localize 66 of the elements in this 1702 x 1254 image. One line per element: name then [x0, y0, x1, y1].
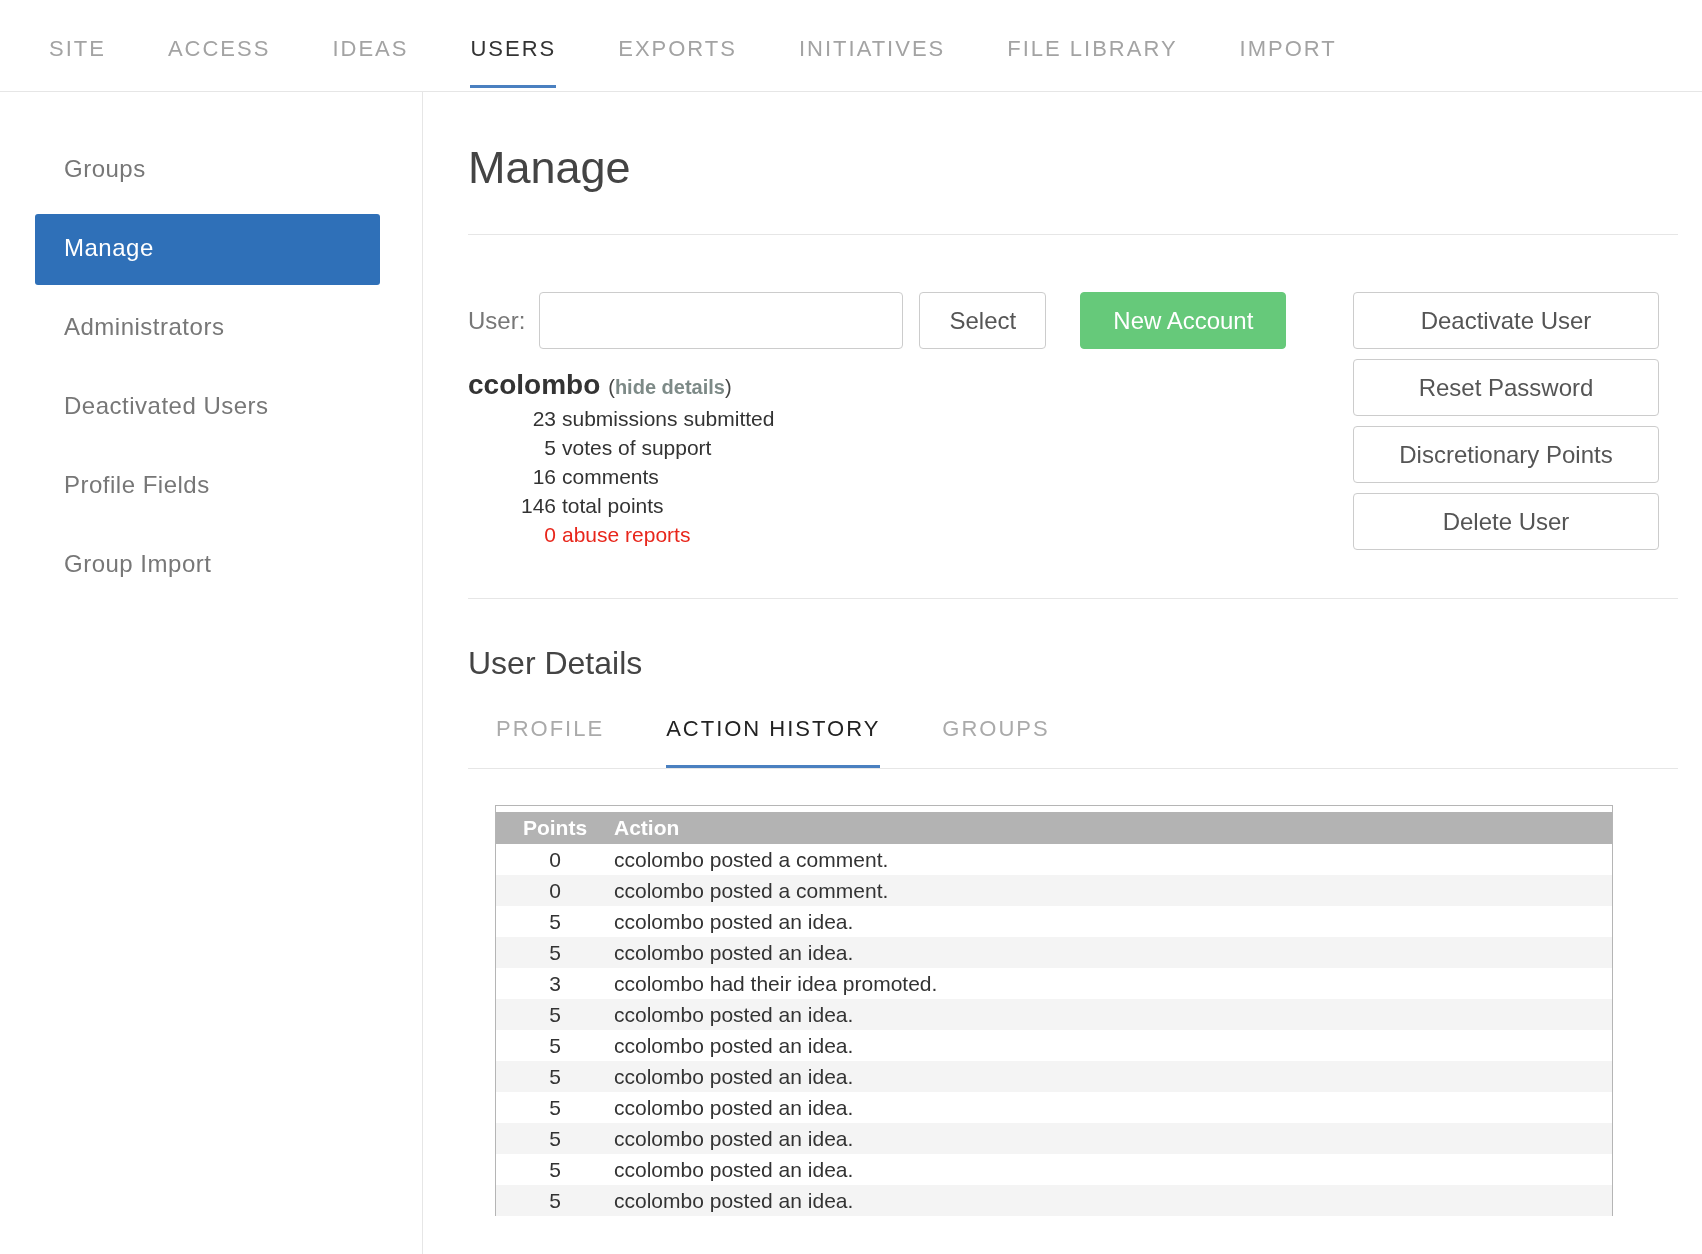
select-button[interactable]: Select — [919, 292, 1047, 349]
sidebar-item[interactable]: Deactivated Users — [35, 372, 380, 443]
table-cell: 3 — [496, 968, 614, 999]
action-button[interactable]: Delete User — [1353, 493, 1659, 550]
sidebar-item[interactable]: Administrators — [35, 293, 380, 364]
stat-count: 16 — [531, 465, 556, 489]
table-cell: ccolombo had their idea promoted. — [614, 968, 1612, 999]
detail-tab[interactable]: PROFILE — [496, 716, 605, 768]
nav-tab[interactable]: INITIATIVES — [798, 0, 946, 88]
stat-label: total points — [562, 494, 665, 518]
table-cell: ccolombo posted a comment. — [614, 875, 1612, 906]
hide-details-link[interactable]: hide details — [614, 376, 725, 399]
action-button[interactable]: Discretionary Points — [1353, 426, 1659, 483]
section-title: User Details — [468, 645, 644, 682]
table-cell: 5 — [496, 1123, 614, 1154]
table-cell: ccolombo posted an idea. — [614, 1123, 1612, 1154]
table-cell: 5 — [496, 1154, 614, 1185]
stat-count: 0 — [543, 523, 556, 547]
stat-label: comments — [562, 465, 660, 489]
table-cell: ccolombo posted an idea. — [614, 1092, 1612, 1123]
user-input-field[interactable] — [539, 292, 904, 349]
nav-tab[interactable]: IDEAS — [332, 0, 409, 88]
table-cell: 5 — [496, 937, 614, 968]
stat-count: 23 — [531, 407, 556, 431]
sidebar-item[interactable]: Groups — [35, 135, 380, 206]
page-title: Manage — [468, 142, 632, 194]
sidebar-item[interactable]: Manage — [35, 214, 380, 285]
nav-tab[interactable]: EXPORTS — [618, 0, 737, 88]
table-cell: 5 — [496, 1030, 614, 1061]
nav-tab[interactable]: IMPORT — [1239, 0, 1337, 88]
action-button[interactable]: Reset Password — [1353, 359, 1659, 416]
table-cell: ccolombo posted a comment. — [614, 844, 1612, 875]
username: ccolombo — [468, 369, 601, 401]
sidebar-item[interactable]: Profile Fields — [35, 451, 380, 522]
table-cell: 5 — [496, 999, 614, 1030]
nav-tab[interactable]: SITE — [49, 0, 106, 88]
sidebar-item[interactable]: Group Import — [35, 530, 380, 601]
parenthesis: ( — [608, 376, 615, 399]
stat-count: 146 — [519, 494, 556, 518]
column-header: Points — [496, 812, 614, 844]
stat-label: abuse reports — [562, 523, 692, 547]
parenthesis: ) — [724, 376, 732, 399]
nav-tab[interactable]: ACCESS — [167, 0, 271, 88]
action-button[interactable]: Deactivate User — [1353, 292, 1659, 349]
table-cell: 5 — [496, 1061, 614, 1092]
table-cell: 5 — [496, 1185, 614, 1216]
table-cell: ccolombo posted an idea. — [614, 1061, 1612, 1092]
table-cell: ccolombo posted an idea. — [614, 937, 1612, 968]
field-label: User: — [468, 306, 526, 335]
table-cell: 0 — [496, 875, 614, 906]
detail-tab[interactable]: GROUPS — [942, 716, 1050, 768]
nav-tab[interactable]: FILE LIBRARY — [1007, 0, 1178, 88]
stat-count: 5 — [543, 436, 556, 460]
table-cell: ccolombo posted an idea. — [614, 1154, 1612, 1185]
table-cell: ccolombo posted an idea. — [614, 999, 1612, 1030]
stat-label: votes of support — [562, 436, 713, 460]
table-cell: 5 — [496, 1092, 614, 1123]
column-header: Action — [614, 812, 1612, 844]
table-cell: 5 — [496, 906, 614, 937]
table-cell: ccolombo posted an idea. — [614, 1030, 1612, 1061]
table-cell: ccolombo posted an idea. — [614, 1185, 1612, 1216]
table-cell: 0 — [496, 844, 614, 875]
nav-tab[interactable]: USERS — [470, 0, 557, 88]
table-cell: ccolombo posted an idea. — [614, 906, 1612, 937]
stat-label: submissions submitted — [562, 407, 775, 431]
detail-tab[interactable]: ACTION HISTORY — [666, 716, 881, 768]
